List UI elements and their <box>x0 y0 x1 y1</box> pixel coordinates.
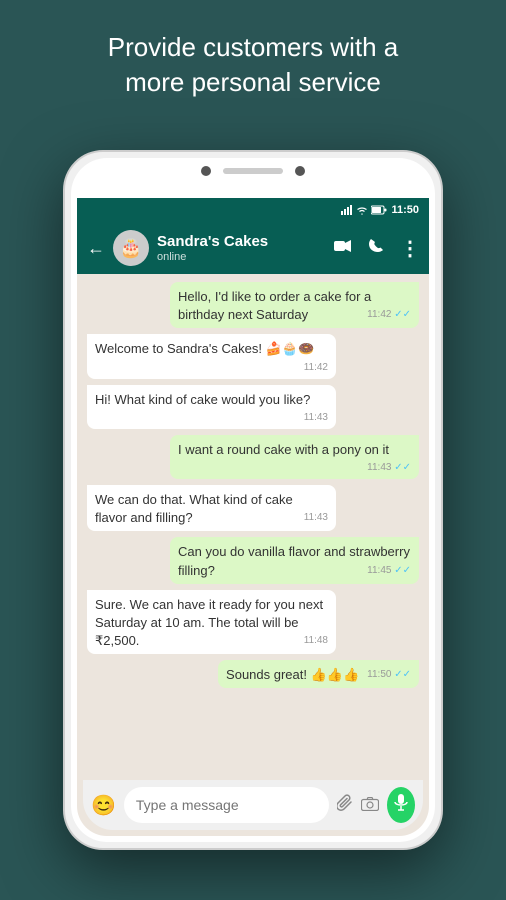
message-text: We can do that. What kind of cake flavor… <box>95 492 293 525</box>
phone-camera-area <box>201 166 305 176</box>
message-text: Welcome to Sandra's Cakes! 🍰🧁🍩 <box>95 341 314 356</box>
received-message: Sure. We can have it ready for you next … <box>87 590 336 655</box>
emoji-button[interactable]: 😊 <box>91 793 116 818</box>
message-2: Welcome to Sandra's Cakes! 🍰🧁🍩 11:42 <box>87 334 419 378</box>
sent-message: I want a round cake with a pony on it 11:… <box>170 435 419 479</box>
sent-message: Can you do vanilla flavor and strawberry… <box>170 537 419 583</box>
sent-message: Sounds great! 👍👍👍 11:50 ✓✓ <box>218 660 419 688</box>
read-receipt: ✓✓ <box>394 309 411 320</box>
signal-icon <box>341 205 353 215</box>
message-8: Sounds great! 👍👍👍 11:50 ✓✓ <box>87 660 419 688</box>
message-time: 11:43 ✓✓ <box>367 461 411 475</box>
status-time: 11:50 <box>391 204 419 216</box>
message-6: Can you do vanilla flavor and strawberry… <box>87 537 419 583</box>
message-1: Hello, I'd like to order a cake for a bi… <box>87 282 419 328</box>
battery-icon <box>371 205 387 215</box>
message-7: Sure. We can have it ready for you next … <box>87 590 419 655</box>
chat-screen: 11:50 ← 🎂 Sandra's Cakes online <box>77 198 429 836</box>
phone-speaker <box>223 168 283 174</box>
video-call-icon[interactable] <box>334 239 352 258</box>
sent-message: Hello, I'd like to order a cake for a bi… <box>170 282 419 328</box>
message-time: 11:42 ✓✓ <box>367 308 411 322</box>
received-message: We can do that. What kind of cake flavor… <box>87 485 336 531</box>
message-time: 11:43 <box>304 411 328 425</box>
mic-button[interactable] <box>387 787 415 823</box>
header-text: Provide customers with a more personal s… <box>0 30 506 100</box>
back-button[interactable]: ← <box>87 238 105 259</box>
message-text: Sounds great! 👍👍👍 <box>226 667 359 682</box>
read-receipt: ✓✓ <box>394 565 411 576</box>
message-time: 11:45 ✓✓ <box>367 564 411 578</box>
header-actions: ⋮ <box>334 236 419 261</box>
message-3: Hi! What kind of cake would you like? 11:… <box>87 385 419 429</box>
message-input[interactable] <box>124 787 329 823</box>
wifi-icon <box>356 205 368 215</box>
message-time: 11:42 <box>304 361 328 375</box>
contact-status: online <box>157 251 326 263</box>
contact-avatar: 🎂 <box>113 230 149 266</box>
phone-frame: 11:50 ← 🎂 Sandra's Cakes online <box>63 150 443 850</box>
received-message: Hi! What kind of cake would you like? 11:… <box>87 385 336 429</box>
message-text: I want a round cake with a pony on it <box>178 442 389 457</box>
message-time: 11:50 ✓✓ <box>367 668 411 682</box>
message-time: 11:48 <box>304 634 328 648</box>
contact-name: Sandra's Cakes <box>157 233 326 251</box>
status-icons <box>341 205 387 215</box>
camera-icon[interactable] <box>361 795 379 816</box>
read-receipt: ✓✓ <box>394 669 411 680</box>
status-bar: 11:50 <box>77 198 429 222</box>
message-text: Sure. We can have it ready for you next … <box>95 597 323 648</box>
messages-area[interactable]: Hello, I'd like to order a cake for a bi… <box>77 274 429 786</box>
received-message: Welcome to Sandra's Cakes! 🍰🧁🍩 11:42 <box>87 334 336 378</box>
message-time: 11:43 <box>304 511 328 525</box>
message-5: We can do that. What kind of cake flavor… <box>87 485 419 531</box>
attach-icon[interactable] <box>337 794 353 817</box>
read-receipt: ✓✓ <box>394 462 411 473</box>
chat-header: ← 🎂 Sandra's Cakes online <box>77 222 429 274</box>
input-area: 😊 <box>83 780 423 830</box>
phone-inner: 11:50 ← 🎂 Sandra's Cakes online <box>71 158 435 842</box>
message-4: I want a round cake with a pony on it 11:… <box>87 435 419 479</box>
more-options-icon[interactable]: ⋮ <box>400 236 419 261</box>
contact-info: Sandra's Cakes online <box>157 233 326 263</box>
message-text: Hi! What kind of cake would you like? <box>95 392 310 407</box>
front-camera <box>201 166 211 176</box>
phone-icon[interactable] <box>368 238 384 259</box>
message-text: Hello, I'd like to order a cake for a bi… <box>178 289 371 322</box>
mic-icon <box>394 794 408 817</box>
proximity-sensor <box>295 166 305 176</box>
